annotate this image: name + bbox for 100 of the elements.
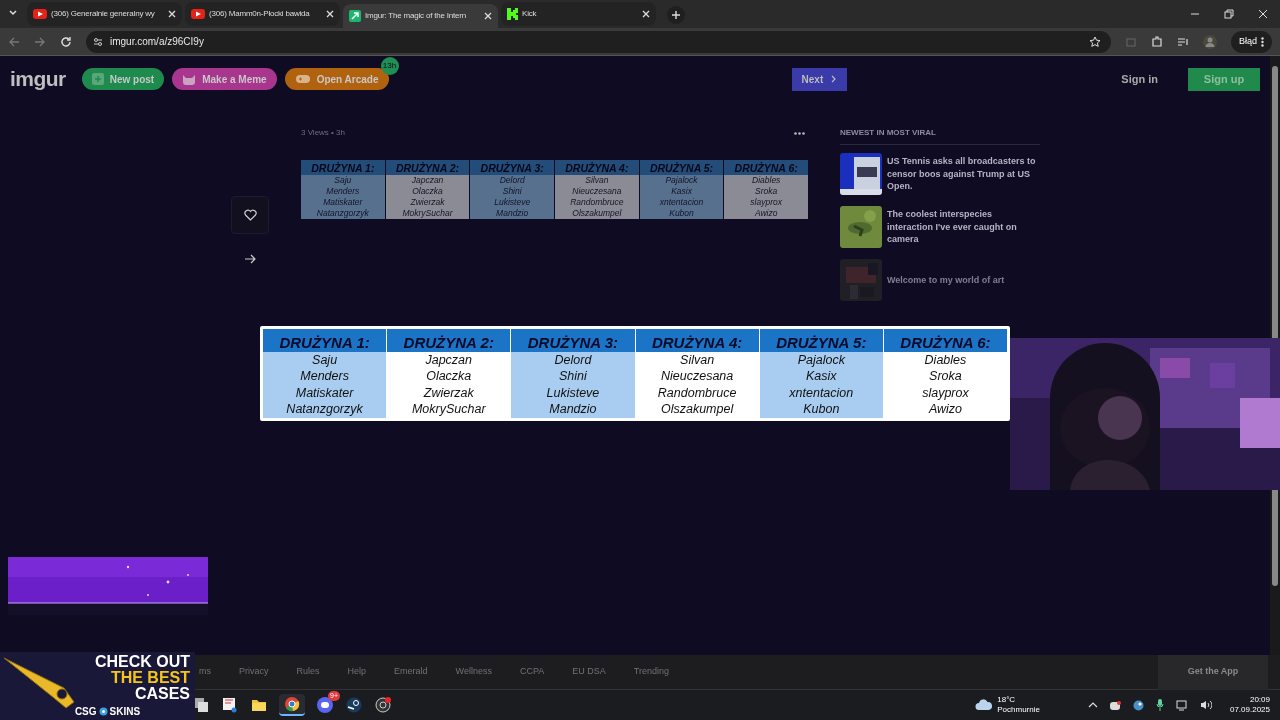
close-icon[interactable]: [642, 10, 650, 18]
tab-title: (306) Mamm0n-Płocki bawida: [209, 8, 310, 20]
member-name: Silvan: [585, 175, 609, 186]
kick-logo-icon: [507, 8, 518, 20]
close-icon[interactable]: [1258, 9, 1268, 19]
post-title: US Tennis asks all broadcasters to censor boos against Trump at US Open.: [887, 155, 1037, 193]
member-name: Pajalock: [665, 175, 698, 186]
chrome-icon[interactable]: [284, 696, 300, 712]
more-icon: [1261, 36, 1264, 47]
member-name: xntentacion: [789, 384, 854, 401]
like-button[interactable]: [231, 196, 269, 234]
member-name: Mandzio: [549, 400, 597, 418]
column-header: DRUŻYNA 5:: [639, 160, 724, 175]
reload-icon[interactable]: [60, 35, 72, 48]
footer-link[interactable]: Trending: [633, 665, 669, 679]
ad-text: CASES: [134, 686, 190, 702]
star-icon[interactable]: [1089, 35, 1101, 48]
video-icon: [33, 9, 47, 19]
column-header: DRUŻYNA 4:: [635, 329, 759, 352]
brand-text: CSG: [74, 705, 97, 719]
footer-link[interactable]: Help: [347, 665, 367, 679]
count-badge: 13h: [380, 57, 399, 75]
brand-text: SKINS: [109, 705, 141, 719]
more-icon[interactable]: [794, 131, 805, 135]
chevron-right-icon: [831, 75, 838, 83]
avatar-icon[interactable]: [1203, 34, 1217, 49]
restore-icon[interactable]: [1224, 9, 1234, 19]
member-name: Zwierzak: [423, 384, 474, 401]
member-name: Randombruce: [657, 384, 737, 401]
network-icon[interactable]: [1175, 699, 1188, 711]
browser-tab[interactable]: (306) Generalnie generalny wy: [27, 2, 182, 26]
footer-link[interactable]: Privacy: [239, 665, 269, 679]
footer-link[interactable]: ms: [199, 665, 211, 679]
post-item[interactable]: Welcome to my world of art: [840, 259, 1040, 301]
clock-time: 20:09: [1249, 695, 1270, 705]
browser-tab[interactable]: (306) Mamm0n-Płocki bawida: [185, 2, 340, 26]
task-view-icon[interactable]: [193, 697, 209, 713]
close-icon[interactable]: [484, 12, 492, 20]
member-name: slayprox: [922, 384, 969, 401]
steam-icon[interactable]: [346, 697, 362, 713]
member-name: MokrySuchar: [402, 208, 453, 219]
ad-text: CHECK OUT: [94, 654, 190, 670]
member-name: Olszakumpel: [572, 208, 622, 219]
forward-icon[interactable]: [34, 35, 46, 48]
profile-error-button[interactable]: Błąd: [1231, 30, 1272, 53]
close-icon[interactable]: [326, 10, 334, 18]
footer-link[interactable]: CCPA: [519, 665, 545, 679]
browser-tab[interactable]: Imgur: The magic of the Intern: [343, 4, 498, 28]
next-button[interactable]: Next: [791, 67, 848, 91]
column-header: DRUŻYNA 3:: [511, 329, 635, 352]
member-name: Pajalock: [797, 352, 845, 369]
column-header: DRUŻYNA 2:: [385, 160, 470, 175]
column-header: DRUŻYNA 1:: [301, 160, 385, 175]
browser-tab[interactable]: Kick: [501, 2, 656, 26]
new-tab-icon[interactable]: [667, 6, 685, 24]
member-name: Zwierzak: [410, 197, 445, 208]
share-arrow-icon[interactable]: [243, 254, 257, 264]
chat-app-icon[interactable]: [1109, 700, 1121, 710]
member-name: Randombruce: [570, 197, 624, 208]
member-name: Diables: [752, 175, 781, 186]
footer-link[interactable]: EU DSA: [572, 665, 606, 679]
post-item[interactable]: The coolest interspecies interaction I've ever caught on camera: [840, 206, 1040, 248]
column-header: DRUŻYNA 4:: [555, 160, 639, 175]
member-name: Awizo: [928, 400, 962, 418]
microphone-icon[interactable]: [1155, 699, 1164, 711]
nav-button[interactable]: New post: [81, 68, 165, 90]
tab-title: Imgur: The magic of the Intern: [365, 10, 467, 22]
footer-link[interactable]: Emerald: [394, 665, 428, 679]
ad-text: THE BEST: [110, 670, 190, 686]
chat-app-icon[interactable]: [317, 697, 333, 713]
back-icon[interactable]: [8, 35, 20, 48]
folder-icon[interactable]: [251, 697, 267, 713]
close-icon[interactable]: [168, 10, 176, 18]
post-item[interactable]: US Tennis asks all broadcasters to censor boos against Trump at US Open.: [840, 153, 1040, 195]
plus-icon: [91, 73, 104, 85]
nav-button[interactable]: Make a Meme: [172, 68, 277, 90]
nav-button[interactable]: Open Arcade: [284, 68, 389, 90]
chevron-up-icon[interactable]: [1087, 701, 1098, 709]
media-icon[interactable]: [1177, 35, 1189, 48]
member-name: Shini: [502, 186, 522, 197]
get-app-button[interactable]: Get the App: [1158, 654, 1268, 690]
video-icon: [191, 9, 205, 19]
recorder-icon[interactable]: [375, 697, 391, 713]
brand-icon: [98, 707, 108, 716]
snipping-tool-icon[interactable]: [222, 697, 238, 713]
member-name: Sroka: [929, 368, 962, 385]
footer-link[interactable]: Wellness: [455, 665, 492, 679]
speaker-icon[interactable]: [1199, 700, 1212, 710]
extensions-icon[interactable]: [1151, 35, 1163, 48]
section-title: NEWEST IN MOST VIRAL: [840, 127, 1040, 145]
ad-banner[interactable]: CHECK OUT THE BEST CASES CSG SKINS: [0, 652, 195, 720]
address-bar[interactable]: imgur.com/a/z96CI9y: [86, 30, 1111, 53]
post-title: The coolest interspecies interaction I've ever caught on camera: [887, 208, 1018, 246]
steam-icon[interactable]: [1132, 699, 1144, 711]
member-name: Matiskater: [323, 197, 363, 208]
imgur-logo[interactable]: imgur: [10, 63, 66, 95]
site-settings-icon[interactable]: [92, 35, 104, 48]
sign-in-link[interactable]: Sign in: [1121, 70, 1158, 88]
member-name: Nieuczesana: [572, 186, 622, 197]
footer-link[interactable]: Rules: [296, 665, 320, 679]
